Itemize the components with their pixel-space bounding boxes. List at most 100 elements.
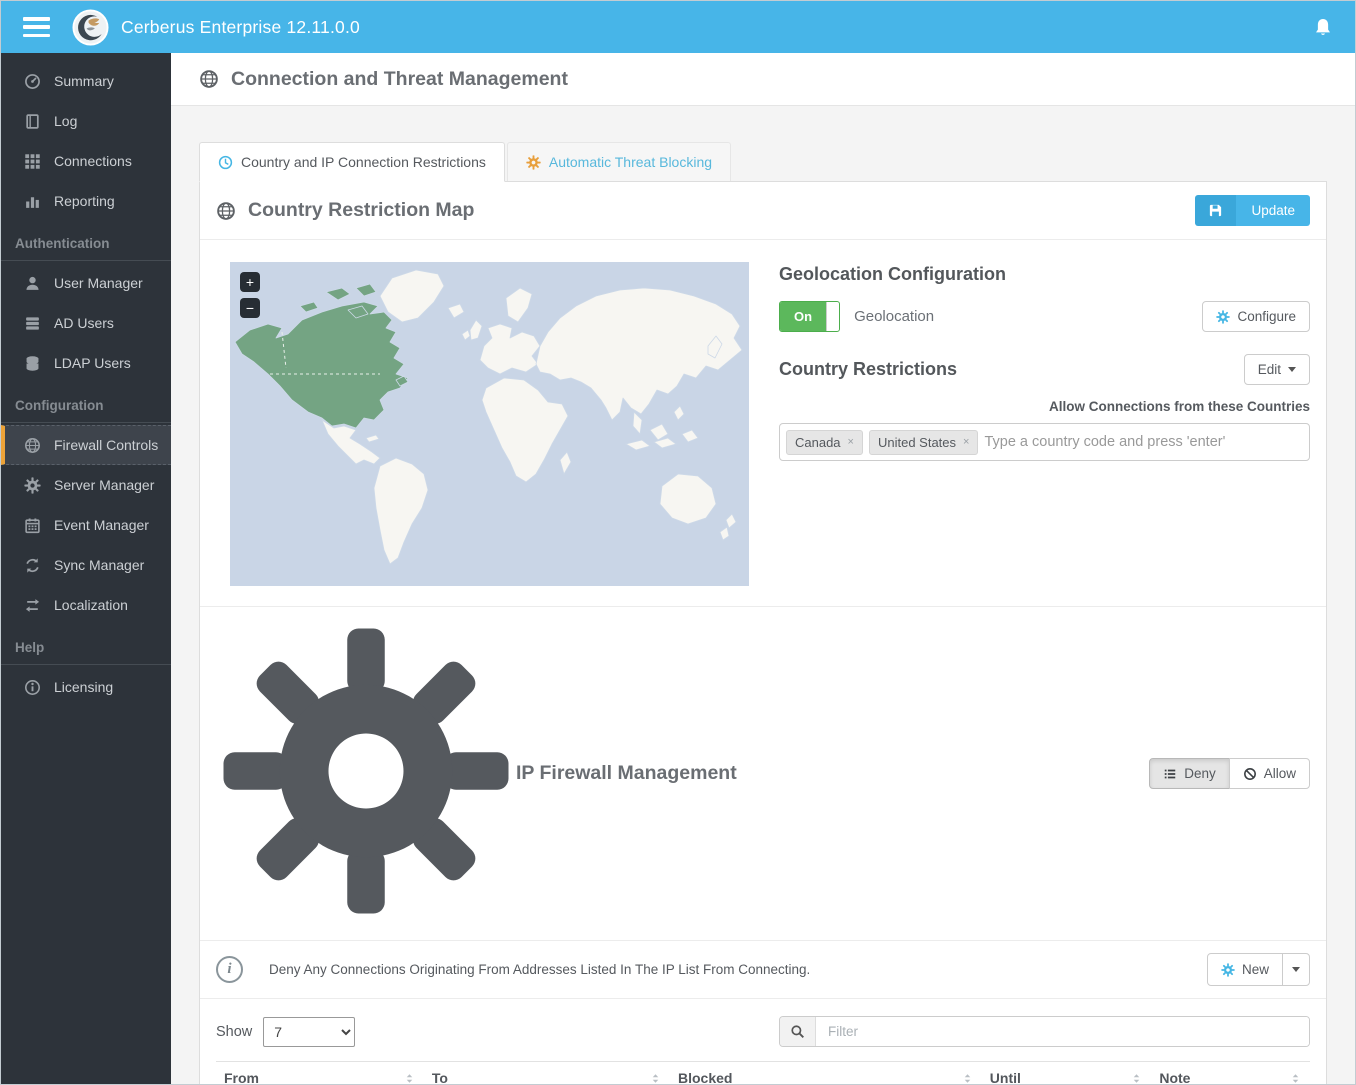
cerberus-logo bbox=[72, 9, 109, 46]
column-header-blocked[interactable]: Blocked bbox=[670, 1062, 982, 1085]
gear-icon bbox=[1216, 310, 1230, 324]
deny-allow-toggle-group: Deny Allow bbox=[1149, 758, 1310, 789]
firewall-info-row: i Deny Any Connections Originating From … bbox=[200, 941, 1326, 999]
sidebar-item-reporting[interactable]: Reporting bbox=[1, 181, 171, 221]
remove-tag-icon[interactable]: × bbox=[963, 436, 969, 448]
geolocation-toggle[interactable]: On bbox=[779, 301, 840, 332]
sidebar-item-localization[interactable]: Localization bbox=[1, 585, 171, 625]
country-tag-label: United States bbox=[878, 435, 956, 450]
firewall-section-header: IP Firewall Management Deny Allow bbox=[200, 607, 1326, 941]
menu-icon[interactable] bbox=[23, 17, 50, 37]
edit-dropdown-button[interactable]: Edit bbox=[1244, 354, 1310, 385]
firewall-section-title: IP Firewall Management bbox=[516, 762, 1149, 785]
show-entries-select[interactable]: 7 bbox=[263, 1017, 355, 1047]
new-entry-dropdown-button[interactable] bbox=[1282, 953, 1310, 986]
caret-down-icon bbox=[1288, 367, 1296, 372]
show-label: Show bbox=[216, 1024, 252, 1040]
main-panel: Country Restriction Map Update bbox=[199, 181, 1327, 1084]
sidebar-item-log[interactable]: Log bbox=[1, 101, 171, 141]
column-label: To bbox=[432, 1070, 649, 1084]
page-header: Connection and Threat Management bbox=[171, 53, 1355, 106]
sidebar-item-licensing[interactable]: Licensing bbox=[1, 667, 171, 707]
gear-icon bbox=[24, 477, 41, 494]
map-section-title: Country Restriction Map bbox=[248, 199, 1195, 222]
tab-automatic-threat-blocking[interactable]: Automatic Threat Blocking bbox=[507, 142, 731, 181]
tab-bar: Country and IP Connection Restrictions A… bbox=[199, 142, 1327, 181]
sidebar-item-connections[interactable]: Connections bbox=[1, 141, 171, 181]
sort-icon bbox=[1130, 1072, 1143, 1085]
toggle-on-label: On bbox=[780, 302, 826, 331]
filter-search bbox=[779, 1016, 1310, 1047]
new-entry-button[interactable]: New bbox=[1207, 953, 1283, 986]
globe-icon bbox=[216, 201, 236, 221]
map-zoom-out-button[interactable]: − bbox=[240, 298, 260, 318]
configure-button[interactable]: Configure bbox=[1202, 301, 1310, 332]
column-label: From bbox=[224, 1070, 403, 1084]
country-restriction-map[interactable]: + − bbox=[230, 262, 749, 586]
ban-icon bbox=[1243, 767, 1257, 781]
sidebar-item-firewall-controls[interactable]: Firewall Controls bbox=[1, 425, 171, 465]
allow-button-label: Allow bbox=[1264, 766, 1296, 781]
gear-icon bbox=[216, 621, 516, 926]
globe-icon bbox=[24, 437, 41, 454]
allow-button[interactable]: Allow bbox=[1229, 758, 1310, 789]
sidebar-item-label: Log bbox=[54, 113, 77, 129]
calendar-icon bbox=[24, 517, 41, 534]
column-label: Note bbox=[1159, 1070, 1289, 1084]
log-icon bbox=[24, 113, 41, 130]
filter-input[interactable] bbox=[816, 1017, 1309, 1046]
column-header-to[interactable]: To bbox=[424, 1062, 670, 1085]
country-tag-input[interactable]: Canada × United States × bbox=[779, 423, 1310, 461]
column-label: Until bbox=[990, 1070, 1131, 1084]
bar-chart-icon bbox=[24, 193, 41, 210]
tab-country-ip-restrictions[interactable]: Country and IP Connection Restrictions bbox=[199, 142, 505, 182]
configure-button-label: Configure bbox=[1237, 309, 1296, 324]
sidebar-item-label: Licensing bbox=[54, 679, 113, 695]
sidebar-item-summary[interactable]: Summary bbox=[1, 61, 171, 101]
sidebar-section-configuration: Configuration bbox=[1, 383, 171, 423]
globe-icon bbox=[199, 69, 219, 89]
update-button[interactable]: Update bbox=[1195, 195, 1310, 226]
clock-icon bbox=[218, 155, 233, 170]
sidebar-item-label: Event Manager bbox=[54, 517, 149, 533]
notifications-bell-icon[interactable] bbox=[1313, 17, 1333, 37]
geolocation-config-title: Geolocation Configuration bbox=[779, 264, 1310, 285]
firewall-info-text: Deny Any Connections Originating From Ad… bbox=[269, 962, 1207, 977]
column-header-from[interactable]: From bbox=[216, 1062, 424, 1085]
column-header-until[interactable]: Until bbox=[982, 1062, 1152, 1085]
sidebar-item-ldap-users[interactable]: LDAP Users bbox=[1, 343, 171, 383]
page-title: Connection and Threat Management bbox=[231, 68, 568, 91]
search-icon bbox=[790, 1024, 805, 1039]
country-tag-canada: Canada × bbox=[786, 430, 863, 455]
sidebar-item-ad-users[interactable]: AD Users bbox=[1, 303, 171, 343]
sidebar-item-label: Firewall Controls bbox=[54, 437, 158, 453]
map-zoom-in-button[interactable]: + bbox=[240, 272, 260, 292]
deny-button[interactable]: Deny bbox=[1149, 758, 1230, 789]
sort-icon bbox=[1289, 1072, 1302, 1085]
sidebar-item-sync-manager[interactable]: Sync Manager bbox=[1, 545, 171, 585]
grid-icon bbox=[24, 153, 41, 170]
info-icon: i bbox=[216, 956, 243, 983]
tab-label: Country and IP Connection Restrictions bbox=[241, 154, 486, 170]
sidebar-item-user-manager[interactable]: User Manager bbox=[1, 263, 171, 303]
sidebar-section-authentication: Authentication bbox=[1, 221, 171, 261]
info-icon bbox=[24, 679, 41, 696]
sidebar-item-label: Localization bbox=[54, 597, 128, 613]
sort-icon bbox=[649, 1072, 662, 1085]
exchange-icon bbox=[24, 597, 41, 614]
sidebar-item-label: Summary bbox=[54, 73, 114, 89]
sidebar-item-event-manager[interactable]: Event Manager bbox=[1, 505, 171, 545]
sidebar-item-server-manager[interactable]: Server Manager bbox=[1, 465, 171, 505]
geolocation-label: Geolocation bbox=[854, 308, 1202, 325]
country-tag-label: Canada bbox=[795, 435, 841, 450]
country-code-input[interactable] bbox=[984, 434, 1303, 450]
sidebar-item-label: AD Users bbox=[54, 315, 114, 331]
app-window: Cerberus Enterprise 12.11.0.0 SummaryLog… bbox=[1, 1, 1355, 1084]
remove-tag-icon[interactable]: × bbox=[848, 436, 854, 448]
search-icon-box bbox=[780, 1017, 816, 1046]
sidebar-item-label: LDAP Users bbox=[54, 355, 131, 371]
toggle-handle bbox=[826, 302, 839, 331]
sidebar-item-label: Server Manager bbox=[54, 477, 154, 493]
column-header-note[interactable]: Note bbox=[1151, 1062, 1310, 1085]
sidebar-section-help: Help bbox=[1, 625, 171, 665]
